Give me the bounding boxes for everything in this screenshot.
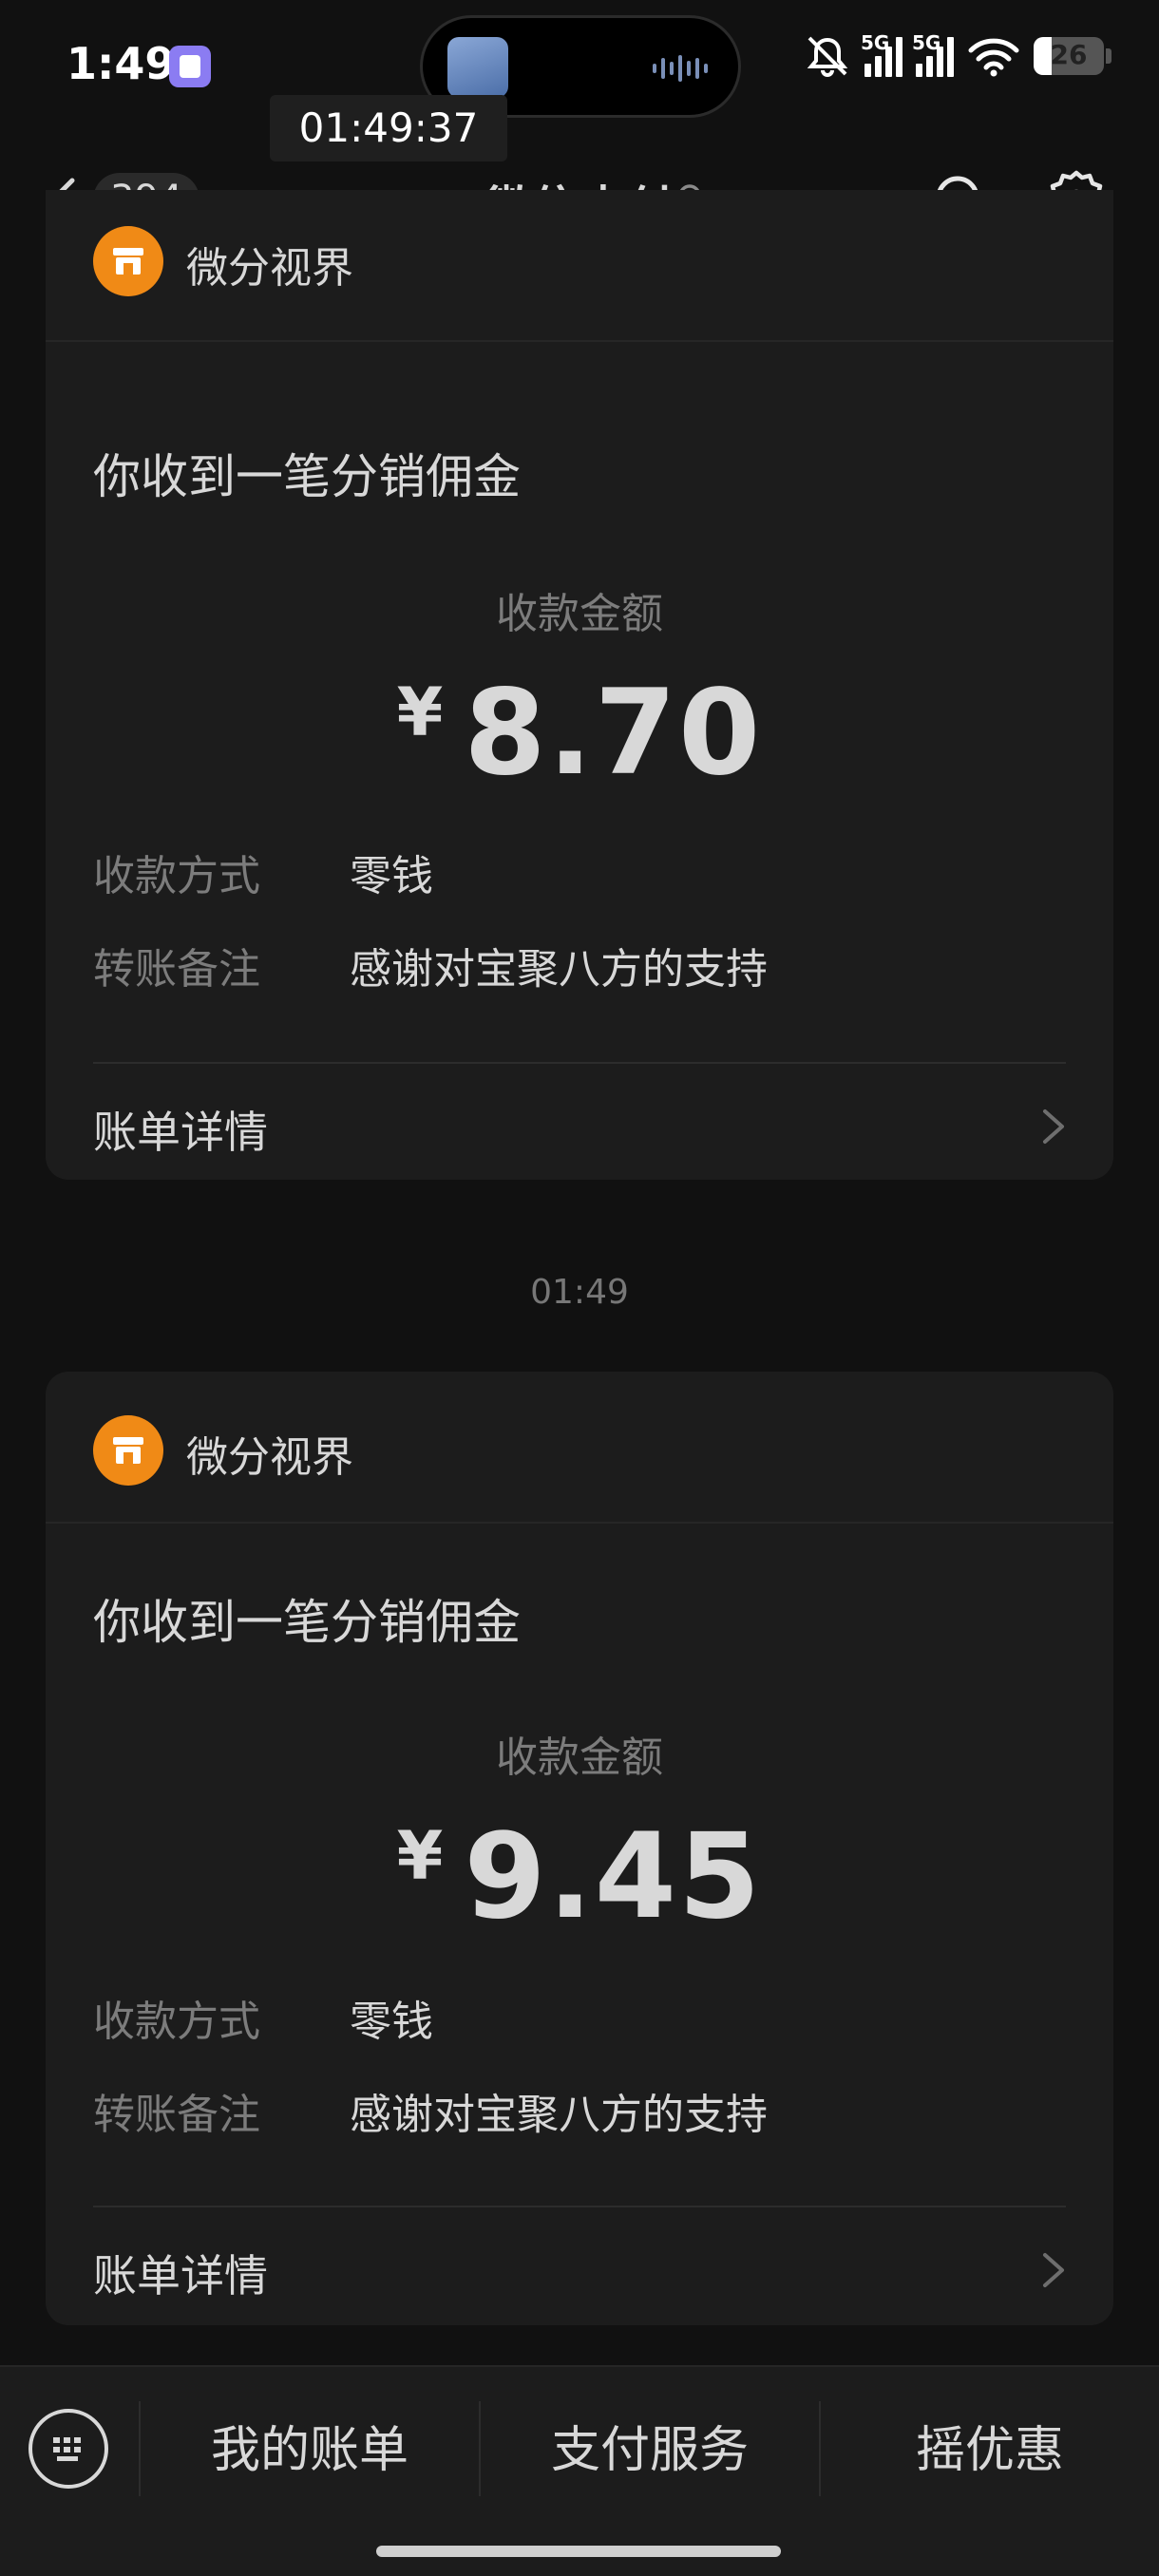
- battery-icon: 26: [1034, 37, 1104, 75]
- bill-details-link[interactable]: 账单详情: [46, 2215, 1113, 2320]
- mute-bell-icon: [807, 36, 848, 77]
- amount-value: 8.70: [464, 665, 763, 802]
- merchant-store-icon: [93, 226, 163, 296]
- note-value: 感谢对宝聚八方的支持: [350, 2091, 768, 2139]
- payment-message-card: 微分视界 你收到一笔分销佣金 收款金额 ¥9.45 收款方式 零钱 转账备注 感…: [46, 1372, 1113, 2325]
- currency-symbol: ¥: [396, 1817, 444, 1895]
- message-title: 你收到一笔分销佣金: [93, 1595, 521, 1650]
- amount-label: 收款金额: [496, 590, 663, 638]
- card-header[interactable]: 微分视界: [46, 190, 1113, 342]
- audio-wave-icon: [653, 54, 710, 83]
- signal-strength-icon: 5G: [861, 31, 902, 77]
- media-thumbnail: [447, 37, 508, 98]
- status-bar: 1:49 01:49:37 5G 5G 26: [0, 0, 1159, 161]
- app-notification-icon: [169, 46, 211, 87]
- merchant-name: 微分视界: [186, 244, 353, 293]
- message-title: 你收到一笔分销佣金: [93, 449, 521, 504]
- amount: ¥8.70: [46, 665, 1113, 802]
- payment-message-card: 微分视界 你收到一笔分销佣金 收款金额 ¥8.70 收款方式 零钱 转账备注 感…: [46, 190, 1113, 1180]
- method-label: 收款方式: [93, 852, 260, 900]
- menu-my-bills[interactable]: 我的账单: [141, 2394, 479, 2508]
- message-timestamp: 01:49: [530, 1273, 629, 1312]
- method-value: 零钱: [350, 852, 433, 900]
- menu-shake-offers[interactable]: 摇优惠: [821, 2394, 1159, 2508]
- keyboard-toggle-button[interactable]: [28, 2409, 108, 2489]
- keyboard-icon: [53, 2437, 81, 2461]
- status-indicators: 5G 5G 26: [804, 31, 1112, 78]
- wifi-icon: [968, 38, 1019, 77]
- amount-value: 9.45: [464, 1809, 763, 1945]
- bill-details-label: 账单详情: [93, 1107, 268, 1158]
- currency-symbol: ¥: [396, 673, 444, 751]
- merchant-name: 微分视界: [186, 1433, 353, 1482]
- note-label: 转账备注: [93, 945, 260, 994]
- bill-details-label: 账单详情: [93, 2250, 268, 2301]
- divider: [93, 2206, 1066, 2207]
- signal-strength-icon: 5G: [912, 31, 954, 77]
- home-indicator[interactable]: [376, 2546, 781, 2557]
- chevron-right-icon: [1043, 1109, 1064, 1144]
- method-value: 零钱: [350, 1998, 433, 2046]
- bill-details-link[interactable]: 账单详情: [46, 1071, 1113, 1176]
- method-label: 收款方式: [93, 1998, 260, 2046]
- bottom-menu-bar: 我的账单 支付服务 摇优惠: [0, 2365, 1159, 2576]
- merchant-store-icon: [93, 1415, 163, 1486]
- note-label: 转账备注: [93, 2091, 260, 2139]
- divider: [93, 1062, 1066, 1064]
- status-time: 1:49: [66, 38, 176, 89]
- note-value: 感谢对宝聚八方的支持: [350, 945, 768, 994]
- amount: ¥9.45: [46, 1809, 1113, 1945]
- card-header[interactable]: 微分视界: [46, 1372, 1113, 1524]
- chevron-right-icon: [1043, 2253, 1064, 2287]
- menu-payment-services[interactable]: 支付服务: [481, 2394, 819, 2508]
- amount-label: 收款金额: [496, 1733, 663, 1782]
